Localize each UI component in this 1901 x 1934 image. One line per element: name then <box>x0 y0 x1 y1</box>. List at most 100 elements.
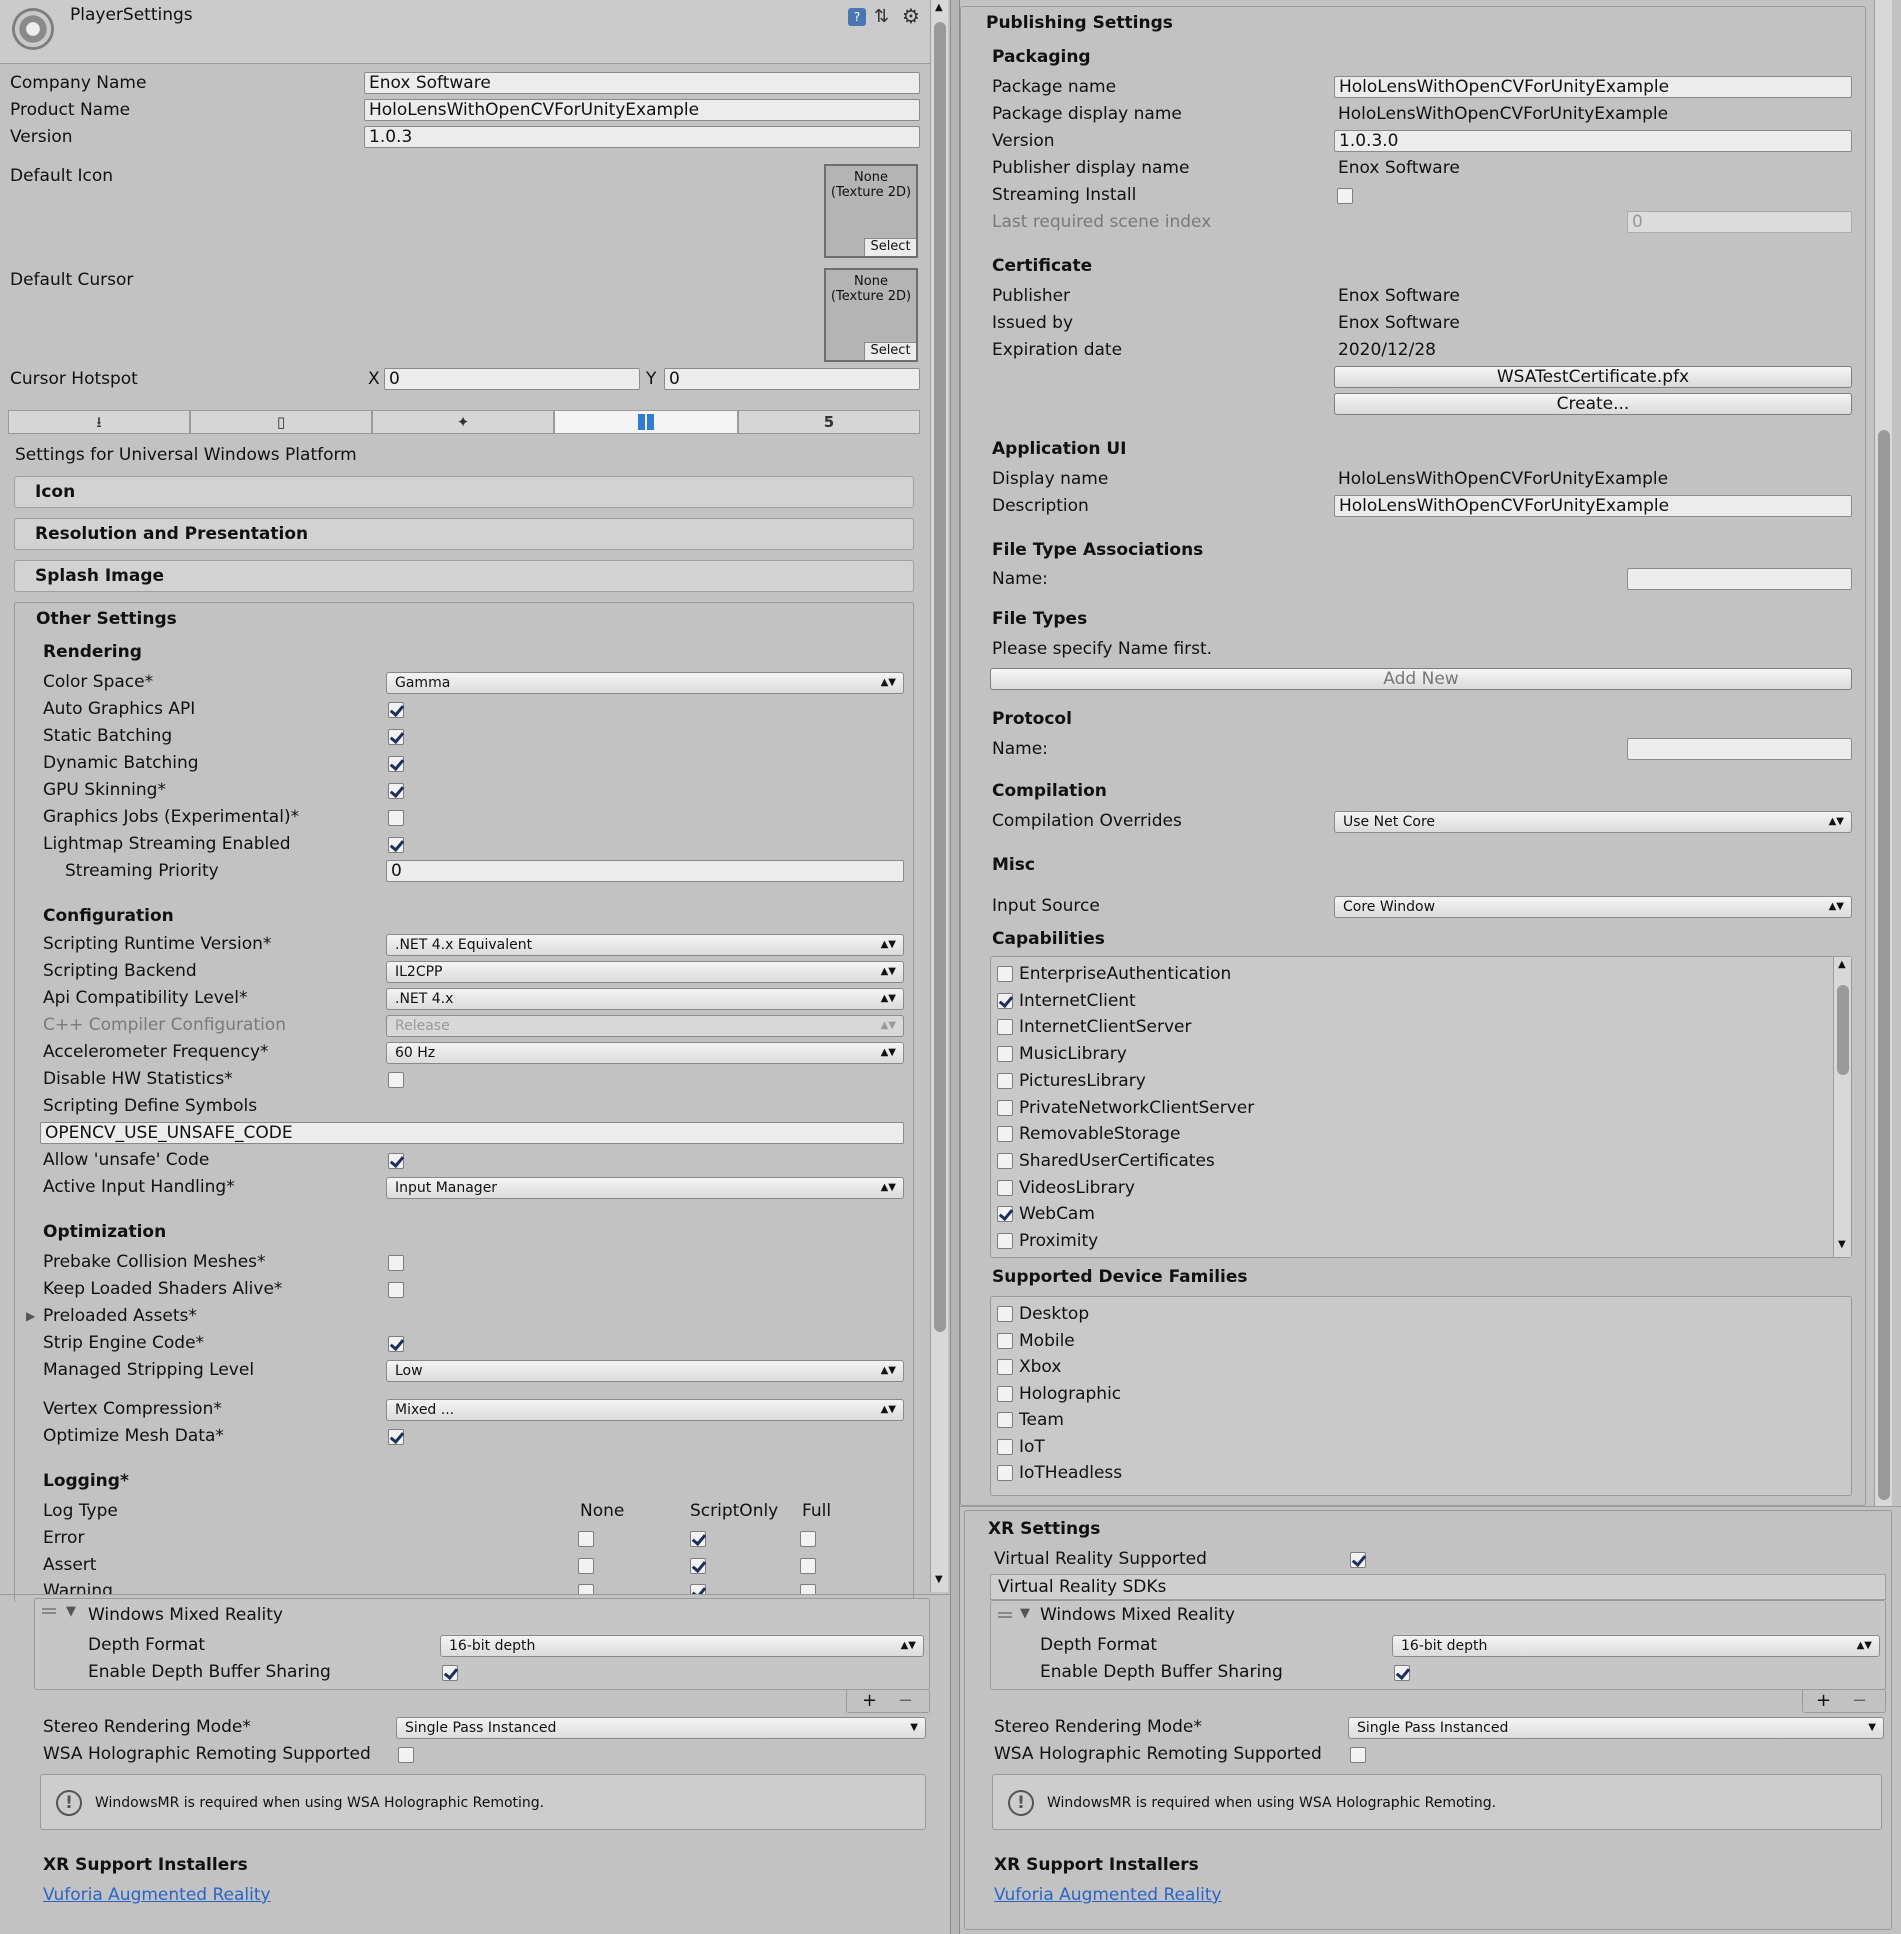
error-scriptonly-checkbox[interactable] <box>690 1531 706 1547</box>
company-name-field[interactable]: Enox Software <box>364 72 920 94</box>
default-cursor-slot[interactable]: None (Texture 2D) Select <box>824 268 918 362</box>
graphics-jobs-checkbox[interactable] <box>388 810 404 826</box>
preset-icon[interactable]: ⇅ <box>874 6 889 27</box>
help-icon[interactable]: ? <box>848 8 866 26</box>
unsafe-code-checkbox[interactable] <box>388 1153 404 1169</box>
prebake-checkbox[interactable] <box>388 1255 404 1271</box>
optimize-mesh-checkbox[interactable] <box>388 1429 404 1445</box>
wmr-expand-icon[interactable]: ▼ <box>1020 1606 1030 1621</box>
icon-foldout[interactable]: Icon <box>14 476 914 508</box>
lightmap-streaming-checkbox[interactable] <box>388 837 404 853</box>
list-item-checkbox[interactable] <box>997 1385 1013 1402</box>
keep-shaders-checkbox[interactable] <box>388 1282 404 1298</box>
list-item-checkbox[interactable] <box>997 1359 1013 1375</box>
scroll-down-icon[interactable]: ▼ <box>935 1574 943 1585</box>
preloaded-assets-expand-icon[interactable]: ▶ <box>26 1309 35 1323</box>
list-item-checkbox[interactable] <box>997 1152 1013 1169</box>
error-none-checkbox[interactable] <box>578 1531 594 1547</box>
depth-format-dropdown-right[interactable]: 16-bit depth ▲▼ <box>1392 1635 1880 1657</box>
preloaded-assets-label[interactable]: Preloaded Assets* <box>43 1305 197 1327</box>
list-item-checkbox[interactable] <box>997 1438 1013 1455</box>
add-sdk-button[interactable]: + <box>862 1690 877 1711</box>
accelerometer-dropdown[interactable]: 60 Hz ▲▼ <box>386 1042 904 1064</box>
default-icon-select-button[interactable]: Select <box>864 238 916 256</box>
compilation-overrides-dropdown[interactable]: Use Net Core ▲▼ <box>1334 811 1852 833</box>
list-item-checkbox[interactable] <box>997 1332 1013 1349</box>
other-settings-header[interactable]: Other Settings <box>36 608 177 630</box>
package-name-field[interactable]: HoloLensWithOpenCVForUnityExample <box>1334 76 1852 98</box>
streaming-install-checkbox[interactable] <box>1337 188 1353 204</box>
list-item-checkbox[interactable] <box>997 1072 1013 1089</box>
dynamic-batching-checkbox[interactable] <box>388 756 404 772</box>
depth-sharing-checkbox[interactable] <box>442 1665 458 1681</box>
hotspot-y-field[interactable]: 0 <box>664 368 920 390</box>
tab-uwp[interactable] <box>554 410 738 434</box>
resolution-foldout[interactable]: Resolution and Presentation <box>14 518 914 550</box>
fta-name-field[interactable] <box>1627 568 1852 590</box>
tab-webgl[interactable]: 5 <box>738 410 920 434</box>
scroll-up-icon[interactable]: ▲ <box>1838 959 1846 970</box>
list-item-checkbox[interactable] <box>997 966 1013 982</box>
drag-handle-icon[interactable] <box>998 1612 1012 1618</box>
description-field[interactable]: HoloLensWithOpenCVForUnityExample <box>1334 495 1852 517</box>
scroll-up-icon[interactable]: ▲ <box>935 2 943 13</box>
static-batching-checkbox[interactable] <box>388 729 404 745</box>
warning-scriptonly-checkbox[interactable] <box>690 1584 706 1594</box>
right-scrollbar[interactable] <box>1874 0 1892 1506</box>
tab-standalone[interactable]: ⭳ <box>8 410 190 434</box>
splash-foldout[interactable]: Splash Image <box>14 560 914 592</box>
input-source-dropdown[interactable]: Core Window ▲▼ <box>1334 896 1852 918</box>
remoting-checkbox[interactable] <box>398 1747 414 1763</box>
auto-graphics-checkbox[interactable] <box>388 702 404 718</box>
add-sdk-button-right[interactable]: + <box>1816 1690 1831 1711</box>
depth-format-dropdown[interactable]: 16-bit depth ▲▼ <box>440 1635 924 1657</box>
protocol-name-field[interactable] <box>1627 738 1852 760</box>
depth-sharing-checkbox-right[interactable] <box>1394 1665 1410 1681</box>
create-certificate-button[interactable]: Create... <box>1334 393 1852 415</box>
right-scrollbar-thumb[interactable] <box>1878 430 1890 1500</box>
list-item-checkbox[interactable] <box>997 1099 1013 1116</box>
drag-handle-icon[interactable] <box>42 1608 56 1614</box>
scripting-backend-dropdown[interactable]: IL2CPP ▲▼ <box>386 961 904 983</box>
pub-version-field[interactable]: 1.0.3.0 <box>1334 130 1852 152</box>
assert-full-checkbox[interactable] <box>800 1558 816 1574</box>
capabilities-scroll-thumb[interactable] <box>1837 985 1849 1075</box>
warning-none-checkbox[interactable] <box>578 1584 594 1594</box>
remove-sdk-button[interactable]: − <box>898 1690 913 1711</box>
capabilities-scrollbar[interactable]: ▲ ▼ <box>1833 957 1851 1257</box>
streaming-priority-field[interactable]: 0 <box>386 860 904 882</box>
left-scrollbar[interactable]: ▲ ▼ <box>930 0 948 1592</box>
left-scrollbar-thumb[interactable] <box>934 22 946 1332</box>
remoting-checkbox-right[interactable] <box>1350 1747 1366 1763</box>
hw-statistics-checkbox[interactable] <box>388 1072 404 1088</box>
default-icon-slot[interactable]: None (Texture 2D) Select <box>824 164 918 258</box>
runtime-version-dropdown[interactable]: .NET 4.x Equivalent ▲▼ <box>386 934 904 956</box>
assert-scriptonly-checkbox[interactable] <box>690 1558 706 1574</box>
input-handling-dropdown[interactable]: Input Manager ▲▼ <box>386 1177 904 1199</box>
strip-engine-checkbox[interactable] <box>388 1336 404 1352</box>
scroll-down-icon[interactable]: ▼ <box>1838 1239 1846 1250</box>
remove-sdk-button-right[interactable]: − <box>1852 1690 1867 1711</box>
version-field[interactable]: 1.0.3 <box>364 126 920 148</box>
settings-icon[interactable]: ⚙ <box>902 4 920 28</box>
gpu-skinning-checkbox[interactable] <box>388 783 404 799</box>
hotspot-x-field[interactable]: 0 <box>384 368 640 390</box>
vuforia-link-right[interactable]: Vuforia Augmented Reality <box>994 1884 1222 1906</box>
vuforia-link[interactable]: Vuforia Augmented Reality <box>43 1884 271 1906</box>
color-space-dropdown[interactable]: Gamma ▲▼ <box>386 672 904 694</box>
stripping-level-dropdown[interactable]: Low ▲▼ <box>386 1360 904 1382</box>
list-item-checkbox[interactable] <box>997 1465 1013 1481</box>
vertex-compression-dropdown[interactable]: Mixed ... ▲▼ <box>386 1399 904 1421</box>
certificate-button[interactable]: WSATestCertificate.pfx <box>1334 366 1852 388</box>
list-item-checkbox[interactable] <box>997 1206 1013 1223</box>
list-item-checkbox[interactable] <box>997 1306 1013 1322</box>
wmr-expand-icon[interactable]: ▼ <box>66 1604 76 1619</box>
list-item-checkbox[interactable] <box>997 1179 1013 1196</box>
stereo-mode-dropdown[interactable]: Single Pass Instanced ▼ <box>396 1717 926 1739</box>
list-item-checkbox[interactable] <box>997 1233 1013 1249</box>
split-divider[interactable] <box>950 0 960 1934</box>
list-item-checkbox[interactable] <box>997 1046 1013 1063</box>
warning-full-checkbox[interactable] <box>800 1584 816 1594</box>
list-item-checkbox[interactable] <box>997 1412 1013 1428</box>
tab-ios[interactable]: ▯ <box>190 410 372 434</box>
